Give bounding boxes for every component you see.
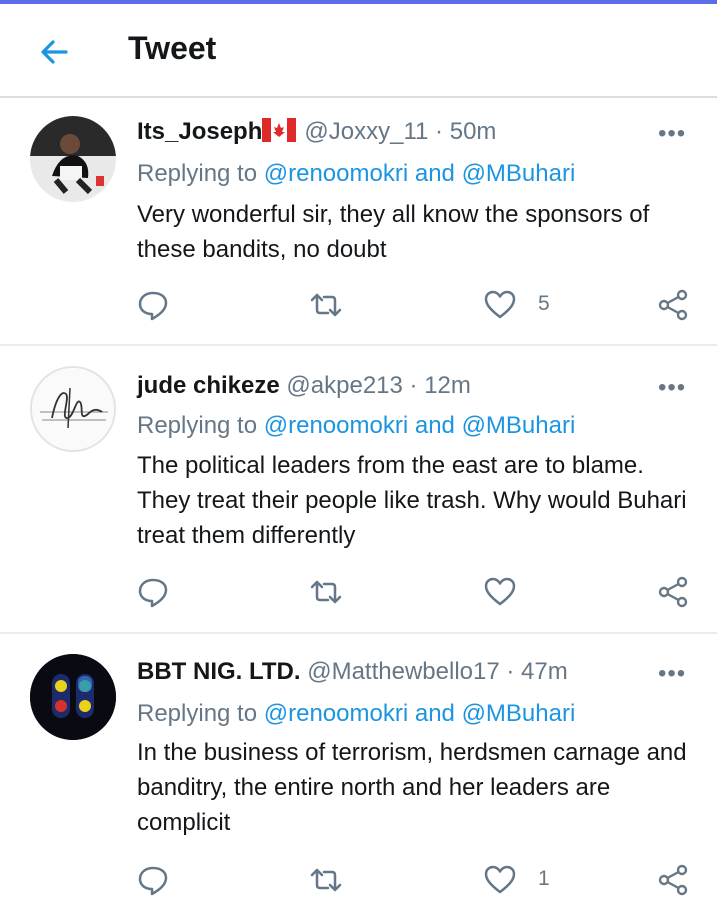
tweet-text: In the business of terrorism, herdsmen c… [137, 739, 687, 836]
tweet-text: Very wonderful sir, they all know the sp… [137, 201, 650, 263]
mention-and[interactable]: and [415, 412, 455, 439]
separator-dot: · [409, 372, 418, 399]
reply-icon[interactable] [137, 288, 169, 322]
reply-icon[interactable] [137, 863, 169, 897]
display-name[interactable]: jude chikeze [137, 372, 280, 399]
separator-dot: · [506, 658, 515, 685]
like-count: 1 [538, 867, 550, 890]
tweet-meta: BBT NIG. LTD. @Matthewbello17 · 47m [137, 658, 568, 686]
tweet[interactable]: jude chikeze @akpe213 · 12m ••• Replying… [0, 346, 717, 634]
tweet-meta: Its_Joseph @Joxxy_11 · 50m [137, 118, 496, 149]
replying-to: Replying to @renoomokri and @MBuhari [137, 160, 575, 188]
user-handle[interactable]: @Matthewbello17 [307, 658, 499, 685]
tweet[interactable]: Its_Joseph @Joxxy_11 · 50m ••• Replying t… [0, 98, 717, 346]
timestamp[interactable]: 12m [424, 372, 471, 399]
retweet-icon[interactable] [308, 288, 344, 322]
page-title: Tweet [128, 30, 217, 66]
replying-prefix: Replying to [137, 412, 258, 439]
tweet-text: The political leaders from the east are … [137, 452, 687, 549]
tweet[interactable]: BBT NIG. LTD. @Matthewbello17 · 47m ••• … [0, 634, 717, 914]
retweet-icon[interactable] [308, 575, 344, 609]
retweet-icon[interactable] [308, 863, 344, 897]
mention-and[interactable]: and [415, 700, 455, 727]
tweet-actions: 1 [0, 863, 717, 897]
like-heart-icon[interactable] [484, 863, 516, 897]
display-name[interactable]: BBT NIG. LTD. [137, 658, 301, 685]
avatar[interactable] [30, 654, 116, 740]
separator-dot: · [435, 118, 444, 145]
more-options-icon[interactable]: ••• [658, 120, 686, 148]
replying-prefix: Replying to [137, 160, 258, 187]
mention-link[interactable]: @renoomokri [264, 160, 408, 187]
avatar[interactable] [30, 366, 116, 452]
back-arrow-icon[interactable] [36, 34, 72, 70]
display-name[interactable]: Its_Joseph [137, 118, 262, 145]
timestamp[interactable]: 50m [450, 118, 497, 145]
like-heart-icon[interactable] [484, 288, 516, 322]
reply-icon[interactable] [137, 575, 169, 609]
share-icon[interactable] [656, 575, 690, 609]
mention-link[interactable]: @MBuhari [462, 412, 576, 439]
replying-to: Replying to @renoomokri and @MBuhari [137, 700, 575, 728]
timestamp[interactable]: 47m [521, 658, 568, 685]
mention-link[interactable]: @MBuhari [462, 160, 576, 187]
mention-and[interactable]: and [415, 160, 455, 187]
tweet-actions: 5 [0, 288, 717, 322]
user-handle[interactable]: @Joxxy_11 [304, 118, 428, 145]
mention-link[interactable]: @MBuhari [462, 700, 576, 727]
tweet-actions [0, 575, 717, 609]
share-icon[interactable] [656, 863, 690, 897]
replying-to: Replying to @renoomokri and @MBuhari [137, 412, 575, 440]
replying-prefix: Replying to [137, 700, 258, 727]
tweet-meta: jude chikeze @akpe213 · 12m [137, 372, 471, 400]
like-count: 5 [538, 292, 550, 315]
more-options-icon[interactable]: ••• [658, 660, 686, 688]
user-handle[interactable]: @akpe213 [286, 372, 402, 399]
share-icon[interactable] [656, 288, 690, 322]
more-options-icon[interactable]: ••• [658, 374, 686, 402]
canada-flag-icon [262, 118, 297, 149]
header: Tweet [0, 4, 717, 98]
like-heart-icon[interactable] [484, 575, 516, 609]
mention-link[interactable]: @renoomokri [264, 700, 408, 727]
mention-link[interactable]: @renoomokri [264, 412, 408, 439]
avatar[interactable] [30, 116, 116, 202]
